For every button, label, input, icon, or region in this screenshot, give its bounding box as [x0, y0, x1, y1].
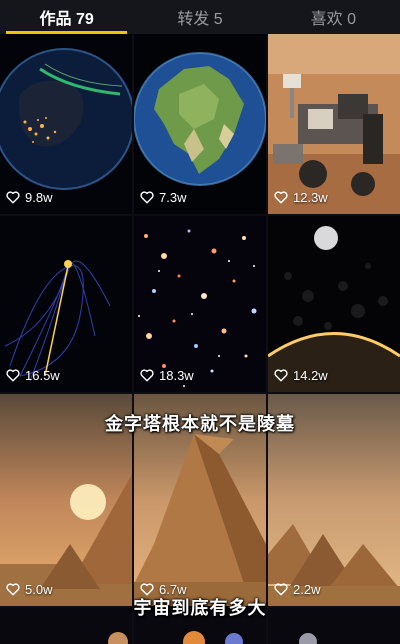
- asteroid-impact-thumbnail: [268, 216, 400, 392]
- like-count-text: 9.8w: [25, 190, 53, 205]
- like-count-text: 16.5w: [25, 368, 60, 383]
- tab-likes-label: 喜欢 0: [310, 11, 356, 28]
- like-count: 12.3w: [274, 190, 328, 205]
- tab-likes[interactable]: 喜欢 0: [267, 0, 400, 34]
- tab-reposts-label: 转发 5: [177, 11, 223, 28]
- like-count-text: 14.2w: [293, 368, 328, 383]
- heart-outline-icon: [274, 369, 288, 382]
- video-tile[interactable]: 18.3w: [134, 216, 266, 392]
- tab-works[interactable]: 作品 79: [0, 0, 133, 34]
- like-count: 9.8w: [6, 190, 52, 205]
- heart-outline-icon: [274, 191, 288, 204]
- like-count: 14.2w: [274, 368, 328, 383]
- like-count: 16.5w: [6, 368, 60, 383]
- heart-outline-icon: [6, 191, 20, 204]
- video-tile[interactable]: 14.2w: [268, 216, 400, 392]
- heart-outline-icon: [6, 369, 20, 382]
- video-tile[interactable]: 16.5w: [0, 216, 132, 392]
- like-count-text: 18.3w: [159, 368, 194, 383]
- heart-outline-icon: [140, 191, 154, 204]
- pangaea-globe-thumbnail: [134, 34, 266, 214]
- like-count: 7.3w: [140, 190, 186, 205]
- deep-field-galaxies-thumbnail: [134, 216, 266, 392]
- tab-reposts[interactable]: 转发 5: [133, 0, 266, 34]
- universe-caption: 宇宙到底有多大: [133, 598, 267, 618]
- like-count: 18.3w: [140, 368, 194, 383]
- tab-works-label: 作品 79: [39, 11, 94, 28]
- heart-outline-icon: [140, 369, 154, 382]
- like-count-text: 12.3w: [293, 190, 328, 205]
- like-count-text: 7.3w: [159, 190, 187, 205]
- orbit-paths-thumbnail: [0, 216, 132, 392]
- video-tile[interactable]: 12.3w: [268, 34, 400, 214]
- pyramids-caption: 金字塔根本就不是陵墓: [105, 414, 295, 434]
- video-tile[interactable]: 7.3w: [134, 34, 266, 214]
- earth-night-thumbnail: [0, 34, 132, 214]
- mars-rover-thumbnail: [268, 34, 400, 214]
- video-tile[interactable]: 9.8w: [0, 34, 132, 214]
- profile-tabs: 作品 79 转发 5 喜欢 0: [0, 0, 400, 34]
